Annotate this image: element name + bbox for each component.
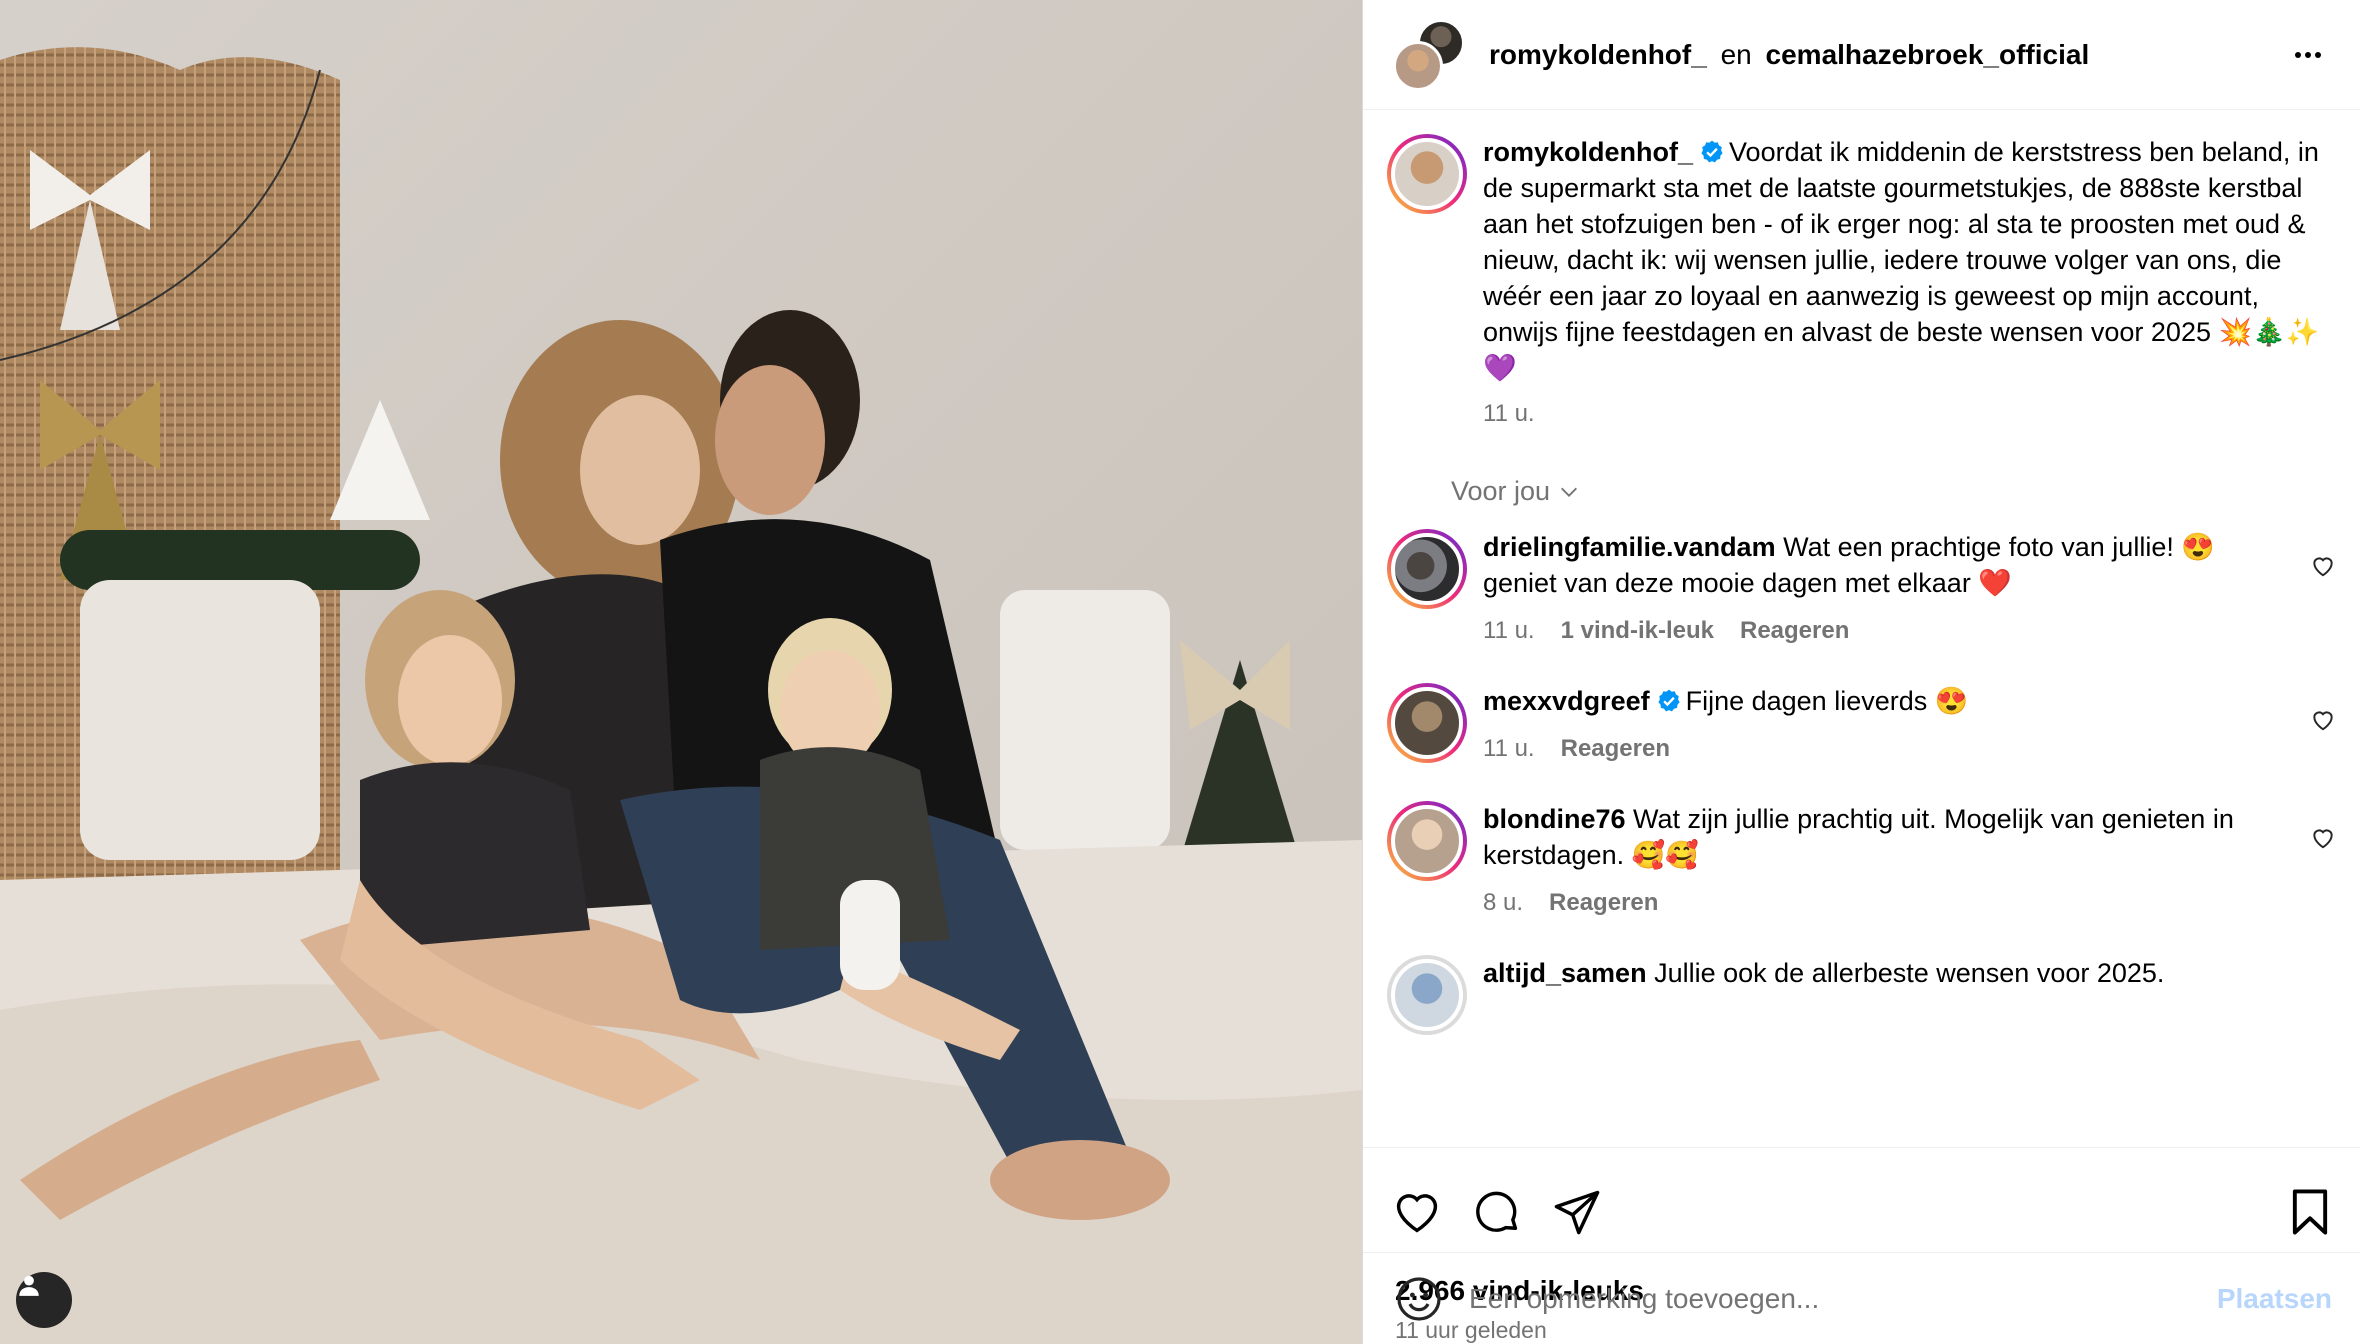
scroll-fade bbox=[1363, 1117, 2360, 1147]
user-tag-icon[interactable] bbox=[16, 1272, 72, 1328]
post-comment-button[interactable]: Plaatsen bbox=[2217, 1283, 2332, 1315]
post-header: romykoldenhof_ en cemalhazebroek_officia… bbox=[1363, 0, 2360, 110]
verified-icon bbox=[1701, 140, 1723, 163]
author-link-2[interactable]: cemalhazebroek_official bbox=[1766, 39, 2090, 70]
post-side-panel: romykoldenhof_ en cemalhazebroek_officia… bbox=[1362, 0, 2360, 1344]
comment-time: 8 u. bbox=[1483, 889, 1524, 916]
comment-likes[interactable]: 1 vind-ik-leuk bbox=[1561, 613, 1714, 649]
chevron-down-icon bbox=[1561, 487, 1578, 497]
heart-icon[interactable] bbox=[2310, 707, 2336, 733]
caption: romykoldenhof_ Voordat ik middenin de ker… bbox=[1363, 110, 2360, 432]
filter-label: Voor jou bbox=[1451, 476, 1551, 506]
comment-time: 11 u. bbox=[1483, 735, 1535, 762]
comment-username[interactable]: mexxvdgreef bbox=[1483, 686, 1650, 716]
comment-input[interactable] bbox=[1469, 1282, 2217, 1315]
verified-icon bbox=[1657, 689, 1680, 712]
comment-username[interactable]: drielingfamilie.vandam bbox=[1483, 532, 1776, 562]
heart-icon[interactable] bbox=[1391, 1186, 1443, 1238]
comment-filter-dropdown[interactable]: Voor jou bbox=[1363, 432, 2360, 507]
collab-avatars[interactable] bbox=[1393, 18, 1465, 91]
post-photo[interactable] bbox=[0, 0, 1362, 1344]
comment-text: Fijne dagen lieverds 😍 bbox=[1685, 686, 1969, 716]
post-view: romykoldenhof_ en cemalhazebroek_officia… bbox=[0, 0, 2360, 1344]
author-link-1[interactable]: romykoldenhof_ bbox=[1489, 39, 1707, 70]
share-icon[interactable] bbox=[1551, 1186, 1603, 1238]
comments-scroll-area[interactable]: romykoldenhof_ Voordat ik middenin de ker… bbox=[1363, 110, 2360, 1147]
comment-time: 11 u. bbox=[1483, 617, 1535, 644]
emoji-icon[interactable] bbox=[1395, 1275, 1443, 1323]
caption-time: 11 u. bbox=[1483, 400, 1535, 427]
reply-button[interactable]: Reageren bbox=[1549, 885, 1658, 921]
avatar[interactable] bbox=[1387, 529, 1467, 609]
comment-item: altijd_samen Jullie ook de allerbeste we… bbox=[1363, 955, 2360, 1035]
reply-button[interactable]: Reageren bbox=[1740, 613, 1849, 649]
heart-icon[interactable] bbox=[2310, 553, 2336, 579]
author-conjunction: en bbox=[1720, 38, 1752, 70]
comment-item: mexxvdgreef Fijne dagen lieverds 😍 11 u. … bbox=[1363, 683, 2360, 767]
comment-username[interactable]: altijd_samen bbox=[1483, 958, 1647, 988]
avatar[interactable] bbox=[1387, 134, 1467, 214]
post-authors: romykoldenhof_ en cemalhazebroek_officia… bbox=[1489, 39, 2288, 71]
avatar bbox=[1393, 40, 1443, 91]
bookmark-icon[interactable] bbox=[2284, 1186, 2336, 1238]
add-comment-bar: Plaatsen bbox=[1363, 1252, 2360, 1344]
comment-item: blondine76 Wat zijn jullie prachtig uit.… bbox=[1363, 801, 2360, 921]
comment-item: drielingfamilie.vandam Wat een prachtige… bbox=[1363, 529, 2360, 649]
avatar[interactable] bbox=[1387, 683, 1467, 763]
heart-icon[interactable] bbox=[2310, 825, 2336, 851]
more-icon[interactable] bbox=[2288, 35, 2328, 75]
caption-username[interactable]: romykoldenhof_ bbox=[1483, 137, 1693, 167]
comment-username[interactable]: blondine76 bbox=[1483, 804, 1626, 834]
caption-text: Voordat ik middenin de kerststress ben b… bbox=[1483, 137, 2320, 383]
family-photo-illustration bbox=[0, 0, 1362, 1344]
reply-button[interactable]: Reageren bbox=[1561, 731, 1670, 767]
avatar[interactable] bbox=[1387, 955, 1467, 1035]
avatar[interactable] bbox=[1387, 801, 1467, 881]
comment-text: Jullie ook de allerbeste wensen voor 202… bbox=[1654, 958, 2165, 988]
comment-icon[interactable] bbox=[1471, 1186, 1523, 1238]
